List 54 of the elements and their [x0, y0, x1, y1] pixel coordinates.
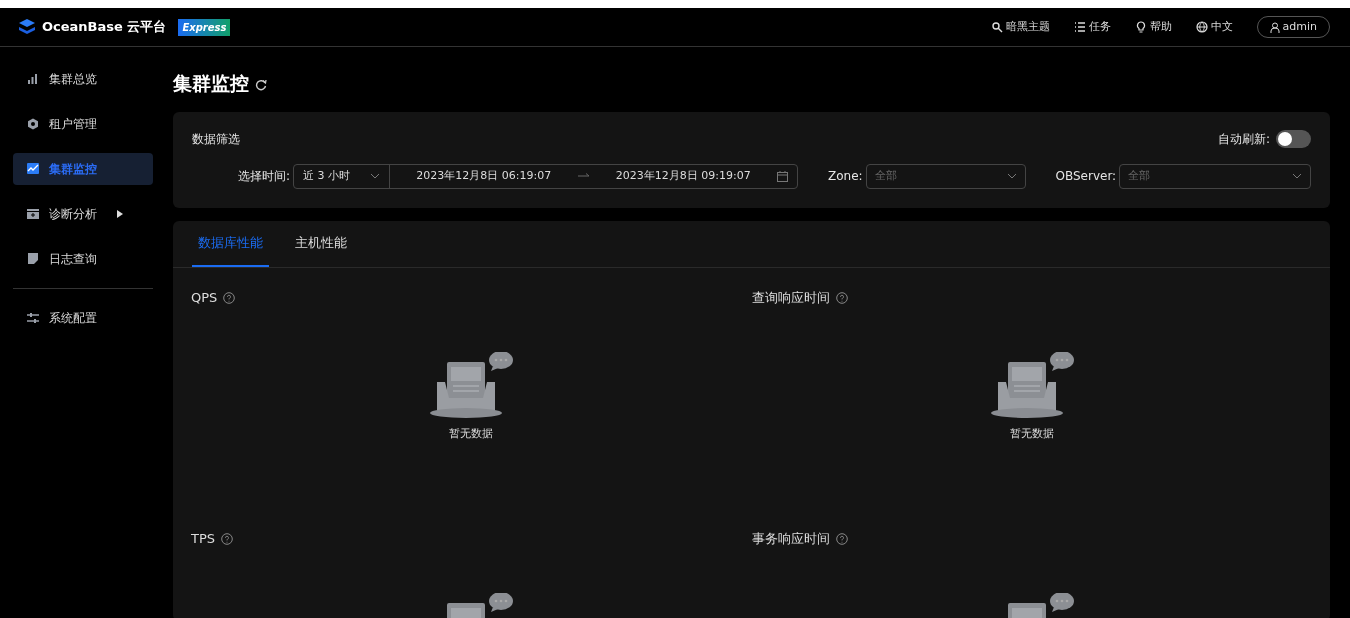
toolbox-icon: [27, 208, 39, 220]
calendar-icon: [777, 170, 789, 182]
end-time[interactable]: 2023年12月8日 09:19:07: [589, 167, 778, 185]
header-theme-button[interactable]: 暗黑主题: [984, 17, 1056, 37]
bar-chart-icon: [27, 73, 39, 85]
tab[interactable]: 主机性能: [289, 220, 353, 267]
help-icon: [835, 291, 848, 304]
sidebar-item[interactable]: 集群总览: [13, 63, 153, 95]
help-icon: [223, 291, 236, 304]
sidebar-item[interactable]: 租户管理: [13, 108, 153, 140]
chart-title: TPS: [191, 530, 216, 548]
arrow-right-icon: [577, 173, 590, 179]
brand-name: OceanBase 云平台: [42, 18, 167, 37]
empty-message: 暂无数据: [449, 425, 494, 442]
chart-title: 查询响应时间: [751, 289, 830, 307]
observer-label: OBServer:: [1055, 168, 1117, 185]
chart-title: QPS: [191, 289, 218, 307]
help-icon: [835, 532, 848, 545]
edition-badge: Express: [178, 18, 231, 36]
chevron-down-icon: [1292, 173, 1302, 179]
globe-icon: [1195, 21, 1208, 33]
lightbulb-icon: [1134, 21, 1147, 33]
user-icon: [1269, 21, 1280, 33]
preset-select[interactable]: 近 3 小时: [303, 167, 351, 185]
sidebar-item[interactable]: 集群监控: [13, 153, 153, 185]
sliders-icon: [27, 312, 39, 324]
sidebar-item[interactable]: 系统配置: [13, 302, 153, 334]
logo-icon: [18, 18, 36, 36]
auto-refresh-toggle[interactable]: [1276, 129, 1311, 148]
auto-refresh-label: 自动刷新:: [1217, 130, 1270, 148]
select-placeholder: 全部: [1128, 167, 1151, 184]
page-title: 集群监控: [173, 71, 249, 96]
header-tasks-button[interactable]: 任务: [1067, 17, 1117, 37]
time-label: 选择时间:: [238, 168, 291, 185]
time-range-picker[interactable]: 近 3 小时 2023年12月8日 06:19:07 2023年12月8日 09:19:07: [293, 163, 799, 189]
sidebar-item[interactable]: 日志查询: [13, 243, 153, 275]
header-help-button[interactable]: 帮助: [1128, 17, 1178, 37]
tab[interactable]: 数据库性能: [192, 220, 269, 267]
start-time[interactable]: 2023年12月8日 06:19:07: [390, 167, 578, 185]
select-placeholder: 全部: [874, 167, 897, 184]
chart-title: 事务响应时间: [751, 530, 830, 548]
list-icon: [1073, 21, 1086, 33]
header-language-button[interactable]: 中文: [1189, 17, 1239, 37]
filter-title: 数据筛选: [192, 130, 240, 148]
sidebar-item[interactable]: 诊断分析: [13, 198, 153, 230]
empty-message: 暂无数据: [1009, 425, 1054, 442]
line-chart-icon: [27, 163, 39, 175]
chevron-down-icon: [370, 173, 381, 179]
help-icon: [221, 532, 234, 545]
document-icon: [27, 253, 39, 265]
hexagon-icon: [27, 118, 39, 130]
chevron-down-icon: [1006, 173, 1017, 179]
refresh-icon: [255, 79, 267, 92]
zone-label: Zone:: [828, 168, 863, 185]
